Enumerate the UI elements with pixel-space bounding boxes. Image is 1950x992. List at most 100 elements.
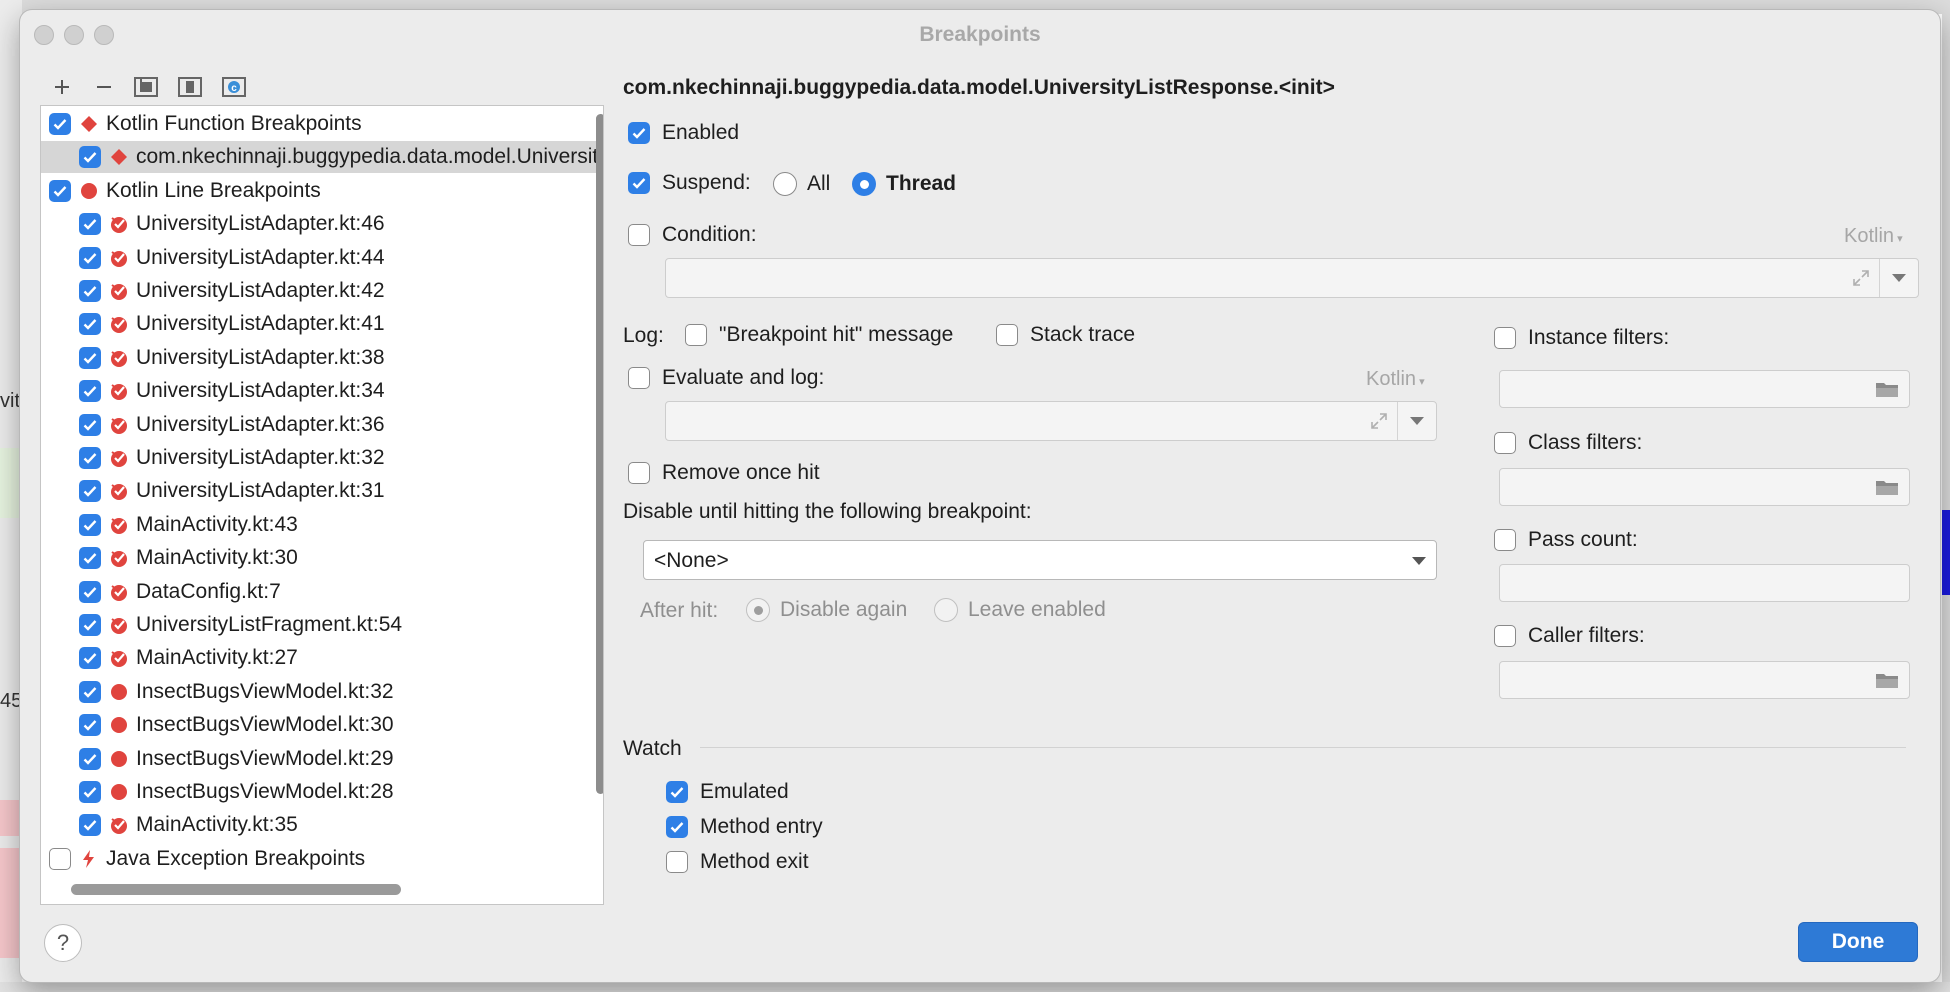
breakpoint-item[interactable]: InsectBugsViewModel.kt:28 <box>41 776 603 808</box>
breakpoint-checkbox[interactable] <box>79 647 101 670</box>
breakpoint-checkbox[interactable] <box>79 614 101 636</box>
background-text: vit <box>0 390 20 412</box>
disable-until-select[interactable]: <None> <box>643 540 1437 580</box>
breakpoint-checkbox[interactable] <box>79 580 101 603</box>
breakpoint-checkbox[interactable] <box>79 413 101 436</box>
method-exit-checkbox[interactable]: Method exit <box>666 850 809 874</box>
method-entry-checkbox[interactable]: Method entry <box>666 815 823 839</box>
circle-icon <box>107 680 131 704</box>
remove-breakpoint-button[interactable] <box>89 72 119 102</box>
breakpoint-item[interactable]: DataConfig.kt:7 <box>41 576 603 608</box>
tree-horizontal-scrollbar[interactable] <box>71 884 401 895</box>
tree-vertical-scrollbar[interactable] <box>596 114 603 794</box>
breakpoint-checkbox[interactable] <box>79 280 101 302</box>
group-by-class-button[interactable]: c <box>219 72 249 102</box>
breakpoint-item[interactable]: UniversityListAdapter.kt:41 <box>41 308 603 340</box>
breakpoint-item[interactable]: MainActivity.kt:43 <box>41 509 603 541</box>
breakpoint-item[interactable]: MainActivity.kt:27 <box>41 642 603 674</box>
condition-checkbox[interactable]: Condition: <box>628 223 757 247</box>
condition-label: Condition: <box>662 223 757 246</box>
evaluate-log-checkbox[interactable]: Evaluate and log: <box>628 366 824 390</box>
stack-trace-checkbox[interactable]: Stack trace <box>996 323 1135 347</box>
class-filters-checkbox[interactable]: Class filters: <box>1494 431 1642 455</box>
breakpoint-item[interactable]: UniversityListAdapter.kt:44 <box>41 242 603 274</box>
breakpoint-checkbox[interactable] <box>79 447 101 469</box>
breakpoint-item[interactable]: UniversityListAdapter.kt:46 <box>41 208 603 240</box>
add-breakpoint-button[interactable] <box>47 72 77 102</box>
disable-again-radio[interactable]: Disable again <box>746 598 907 622</box>
log-message-checkbox[interactable]: "Breakpoint hit" message <box>685 323 953 347</box>
instance-filters-checkbox[interactable]: Instance filters: <box>1494 326 1669 350</box>
condition-field[interactable] <box>665 258 1919 298</box>
checkbox-box <box>666 851 688 873</box>
caller-filters-checkbox[interactable]: Caller filters: <box>1494 624 1645 648</box>
background-highlight <box>0 448 22 518</box>
breakpoint-item[interactable]: UniversityListAdapter.kt:42 <box>41 275 603 307</box>
remove-once-hit-checkbox[interactable]: Remove once hit <box>628 461 820 485</box>
breakpoint-label: MainActivity.kt:43 <box>136 512 298 536</box>
breakpoint-item[interactable]: InsectBugsViewModel.kt:29 <box>41 743 603 775</box>
breakpoint-group[interactable]: Kotlin Function Breakpoints <box>41 108 579 140</box>
breakpoint-checkbox[interactable] <box>79 814 101 837</box>
breakpoint-group[interactable]: Kotlin Line Breakpoints <box>41 175 579 207</box>
breakpoint-item[interactable]: UniversityListAdapter.kt:31 <box>41 475 603 507</box>
folder-icon[interactable] <box>1875 371 1899 407</box>
expand-icon[interactable] <box>1362 402 1396 440</box>
breakpoint-group[interactable]: Java Exception Breakpoints <box>41 843 579 875</box>
breakpoint-item[interactable]: MainActivity.kt:30 <box>41 542 603 574</box>
group-by-file-button[interactable] <box>175 72 205 102</box>
suspend-checkbox[interactable]: Suspend: <box>628 171 751 195</box>
class-filters-field[interactable] <box>1499 468 1910 506</box>
breakpoint-item[interactable]: InsectBugsViewModel.kt:32 <box>41 676 603 708</box>
pass-count-field[interactable] <box>1499 564 1910 602</box>
emulated-checkbox[interactable]: Emulated <box>666 780 789 804</box>
help-button[interactable]: ? <box>44 924 82 962</box>
breakpoint-item[interactable]: InsectBugsViewModel.kt:30 <box>41 709 603 741</box>
breakpoint-checkbox[interactable] <box>79 714 101 737</box>
breakpoint-item[interactable]: UniversityListAdapter.kt:32 <box>41 442 603 474</box>
breakpoint-checkbox[interactable] <box>79 680 101 703</box>
breakpoint-tree[interactable]: Java Exception Breakpoints MainActivity.k… <box>40 105 604 905</box>
breakpoint-item[interactable]: com.nkechinnaji.buggypedia.data.model.Un… <box>41 141 603 174</box>
breakpoint-item[interactable]: UniversityListAdapter.kt:36 <box>41 409 603 441</box>
breakpoint-item[interactable]: UniversityListAdapter.kt:34 <box>41 375 603 407</box>
done-button[interactable]: Done <box>1798 922 1918 962</box>
breakpoint-checkbox[interactable] <box>79 513 101 536</box>
suspend-thread-radio[interactable]: Thread <box>852 172 956 196</box>
verified-breakpoint-icon <box>107 546 131 570</box>
breakpoint-checkbox[interactable] <box>49 847 71 870</box>
breakpoint-checkbox[interactable] <box>79 747 101 770</box>
breakpoint-label: UniversityListFragment.kt:54 <box>136 613 403 636</box>
condition-language-dropdown[interactable]: Kotlin ▾ <box>1844 225 1903 248</box>
breakpoint-checkbox[interactable] <box>49 113 71 135</box>
caller-filters-field[interactable] <box>1499 661 1910 699</box>
breakpoint-item[interactable]: UniversityListAdapter.kt:38 <box>41 342 603 374</box>
breakpoint-checkbox[interactable] <box>79 781 101 803</box>
instance-filters-field[interactable] <box>1499 370 1910 408</box>
expand-icon[interactable] <box>1844 259 1878 297</box>
folder-icon[interactable] <box>1875 469 1899 505</box>
breakpoint-checkbox[interactable] <box>49 179 71 202</box>
evaluate-log-field[interactable] <box>665 401 1437 441</box>
folder-icon[interactable] <box>1875 662 1899 698</box>
group-by-package-button[interactable] <box>131 72 161 102</box>
evaluate-history-dropdown[interactable] <box>1397 402 1436 440</box>
leave-enabled-radio[interactable]: Leave enabled <box>934 598 1106 622</box>
breakpoint-heading: com.nkechinnaji.buggypedia.data.model.Un… <box>623 76 1335 99</box>
evaluate-language-dropdown[interactable]: Kotlin ▾ <box>1366 368 1425 391</box>
breakpoint-checkbox[interactable] <box>79 480 101 503</box>
suspend-all-radio[interactable]: All <box>773 172 830 196</box>
breakpoint-item[interactable]: UniversityListFragment.kt:54 <box>41 609 603 641</box>
breakpoint-checkbox[interactable] <box>79 380 101 403</box>
breakpoint-checkbox[interactable] <box>79 213 101 236</box>
breakpoint-checkbox[interactable] <box>79 346 101 369</box>
pass-count-checkbox[interactable]: Pass count: <box>1494 528 1638 552</box>
breakpoint-checkbox[interactable] <box>79 146 101 169</box>
enabled-checkbox[interactable]: Enabled <box>628 121 739 145</box>
breakpoint-checkbox[interactable] <box>79 313 101 336</box>
breakpoint-checkbox[interactable] <box>79 246 101 269</box>
checkbox-box <box>1494 327 1516 349</box>
breakpoint-item[interactable]: MainActivity.kt:35 <box>41 809 603 841</box>
breakpoint-checkbox[interactable] <box>79 547 101 570</box>
condition-history-dropdown[interactable] <box>1879 259 1918 297</box>
